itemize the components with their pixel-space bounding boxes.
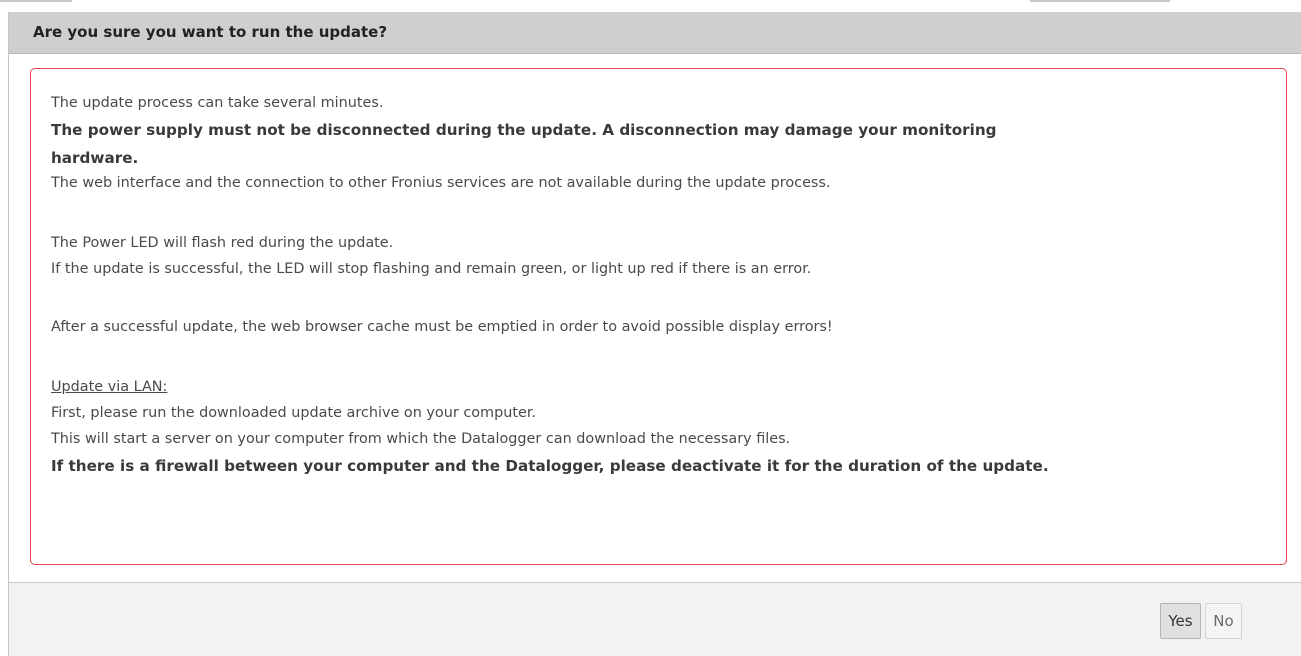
message-power-warning: The power supply must not be disconnecte… bbox=[51, 121, 997, 139]
message-run-archive: First, please run the downloaded update … bbox=[51, 405, 536, 421]
message-server: This will start a server on your compute… bbox=[51, 431, 791, 447]
background-fragment bbox=[0, 0, 72, 2]
background-strip bbox=[0, 0, 1301, 12]
dialog-title: Are you sure you want to run the update? bbox=[33, 23, 388, 41]
message-power-warning-cont: hardware. bbox=[51, 149, 139, 167]
yes-button[interactable]: Yes bbox=[1160, 603, 1201, 639]
no-button[interactable]: No bbox=[1205, 603, 1242, 639]
warning-message-box: The update process can take several minu… bbox=[30, 68, 1287, 565]
message-firewall-warning: If there is a firewall between your comp… bbox=[51, 457, 1049, 475]
update-via-lan-heading: Update via LAN: bbox=[51, 379, 168, 395]
message-led-flash: The Power LED will flash red during the … bbox=[51, 235, 394, 251]
message-services-unavailable: The web interface and the connection to … bbox=[51, 175, 831, 191]
message-duration: The update process can take several minu… bbox=[51, 95, 384, 111]
dialog-header: Are you sure you want to run the update? bbox=[9, 12, 1301, 54]
background-fragment bbox=[1030, 0, 1170, 2]
message-cache: After a successful update, the web brows… bbox=[51, 319, 833, 335]
dialog-footer: Yes No bbox=[9, 582, 1301, 656]
update-confirmation-dialog: Are you sure you want to run the update?… bbox=[8, 12, 1301, 656]
message-led-result: If the update is successful, the LED wil… bbox=[51, 261, 812, 277]
